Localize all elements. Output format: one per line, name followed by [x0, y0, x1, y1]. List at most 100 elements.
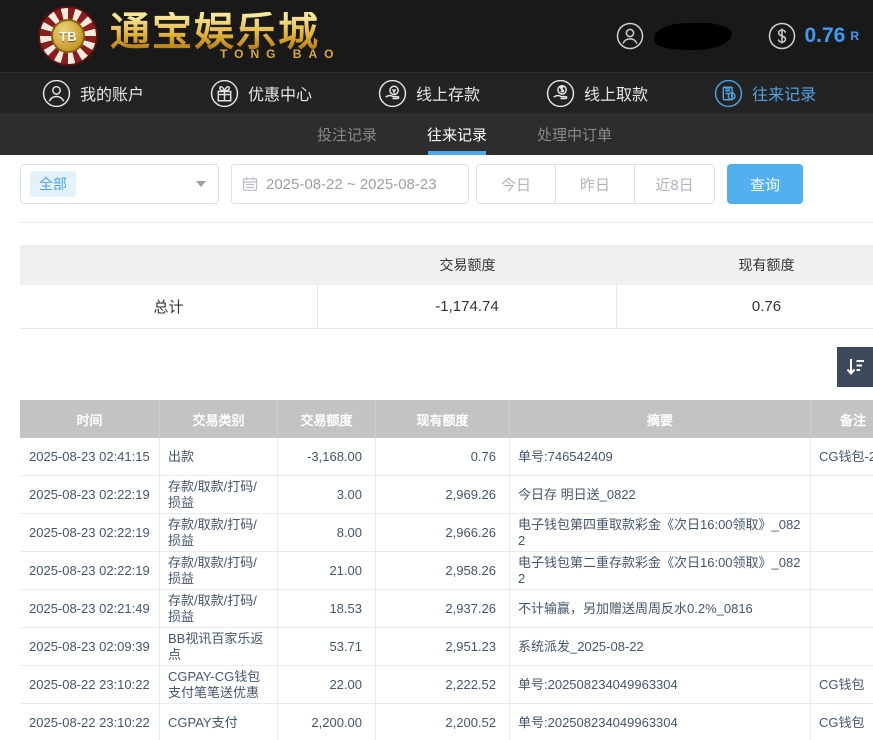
chip-tb-label: TB: [51, 19, 85, 53]
cell-type: 存款/取款/打码/损益: [160, 552, 278, 589]
cell-summary: 单号:746542409: [510, 438, 811, 475]
cell-time: 2025-08-23 02:09:39: [20, 628, 160, 665]
records-icon: [714, 79, 743, 108]
cell-balance: 2,200.52: [376, 704, 510, 740]
nav-item-withdraw[interactable]: 线上取款: [546, 79, 648, 108]
last8days-button[interactable]: 近8日: [635, 165, 714, 203]
cell-amount: -3,168.00: [278, 438, 376, 475]
cell-amount: 21.00: [278, 552, 376, 589]
col-type: 交易类别: [160, 400, 278, 438]
table-row: 2025-08-23 02:22:19 存款/取款/打码/损益 8.00 2,9…: [20, 514, 873, 552]
coin-icon: [768, 22, 796, 50]
search-button[interactable]: 查询: [727, 164, 803, 204]
tab-pending-orders[interactable]: 处理中订单: [537, 113, 612, 155]
table-row: 2025-08-22 23:10:22 CGPAY支付 2,200.00 2,2…: [20, 704, 873, 740]
cell-summary: 系统派发_2025-08-22: [510, 628, 811, 665]
nav-label: 线上存款: [416, 81, 480, 105]
cell-balance: 2,222.52: [376, 666, 510, 703]
sort-descending-icon: [844, 356, 866, 378]
redacted-username[interactable]: [654, 21, 733, 51]
cell-note: CG钱包-24: [811, 438, 873, 475]
nav-label: 优惠中心: [248, 81, 312, 105]
cell-summary: 单号:202508234049963304: [510, 666, 811, 703]
cell-summary: 今日存 明日送_0822: [510, 476, 811, 513]
cell-amount: 53.71: [278, 628, 376, 665]
balance-area[interactable]: 0.76 R: [768, 22, 859, 50]
subtab-label: 往来记录: [427, 124, 487, 145]
brand-name-en: TONG BAO: [110, 48, 340, 60]
cell-type: 存款/取款/打码/损益: [160, 514, 278, 551]
sort-descending-button[interactable]: [837, 347, 873, 387]
nav-item-transaction-records[interactable]: 往来记录: [714, 79, 816, 108]
table-row: 2025-08-23 02:22:19 存款/取款/打码/损益 3.00 2,9…: [20, 476, 873, 514]
cell-amount: 8.00: [278, 514, 376, 551]
summary-header: 交易额度 现有额度: [20, 245, 873, 285]
cell-amount: 18.53: [278, 590, 376, 627]
cell-note: [811, 590, 873, 627]
brand-name-cn: 通宝娱乐城: [110, 12, 340, 52]
account-area: 0.76 R: [616, 22, 859, 50]
cell-type: 出款: [160, 438, 278, 475]
tab-transaction-records[interactable]: 往来记录: [427, 113, 487, 155]
gift-icon: [210, 79, 239, 108]
page: TB 通宝娱乐城 TONG BAO 0.76 R: [0, 0, 873, 740]
cell-balance: 2,937.26: [376, 590, 510, 627]
cell-summary: 不计输赢，另加赠送周周反水0.2%_0816: [510, 590, 811, 627]
cell-balance: 0.76: [376, 438, 510, 475]
tab-betting-records[interactable]: 投注记录: [317, 113, 377, 155]
type-select[interactable]: 全部: [20, 164, 219, 204]
balance-amount: 0.76: [804, 24, 845, 48]
chevron-down-icon: [196, 181, 206, 187]
cell-time: 2025-08-22 23:10:22: [20, 666, 160, 703]
table-row: 2025-08-23 02:22:19 存款/取款/打码/损益 21.00 2,…: [20, 552, 873, 590]
cell-time: 2025-08-23 02:22:19: [20, 514, 160, 551]
cell-note: [811, 476, 873, 513]
cell-amount: 22.00: [278, 666, 376, 703]
subtab-label: 处理中订单: [537, 124, 612, 145]
summary-col-transaction: 交易额度: [318, 245, 617, 285]
nav-label: 往来记录: [752, 81, 816, 105]
type-select-value: 全部: [30, 171, 76, 197]
nav-item-promotions[interactable]: 优惠中心: [210, 79, 312, 108]
cell-note: CG钱包: [811, 704, 873, 740]
cell-summary: 单号:202508234049963304: [510, 704, 811, 740]
table-row: 2025-08-23 02:09:39 BB视讯百家乐返点 53.71 2,95…: [20, 628, 873, 666]
yesterday-button[interactable]: 昨日: [556, 165, 635, 203]
summary-total-label: 总计: [20, 285, 318, 328]
summary-total-row: 总计 -1,174.74 0.76: [20, 285, 873, 329]
cell-time: 2025-08-23 02:22:19: [20, 552, 160, 589]
date-range-input[interactable]: 2025-08-22 ~ 2025-08-23: [231, 164, 469, 204]
nav-item-my-account[interactable]: 我的账户: [42, 79, 144, 108]
cell-balance: 2,951.23: [376, 628, 510, 665]
col-amount: 交易额度: [278, 400, 376, 438]
nav-item-deposit[interactable]: 线上存款: [378, 79, 480, 108]
cell-type: 存款/取款/打码/损益: [160, 590, 278, 627]
calendar-icon: [242, 176, 258, 192]
brand-text: 通宝娱乐城 TONG BAO: [110, 12, 340, 60]
cell-balance: 2,966.26: [376, 514, 510, 551]
user-icon[interactable]: [616, 22, 644, 50]
cell-type: 存款/取款/打码/损益: [160, 476, 278, 513]
today-button[interactable]: 今日: [477, 165, 556, 203]
col-balance: 现有额度: [376, 400, 510, 438]
cell-balance: 2,958.26: [376, 552, 510, 589]
col-summary: 摘要: [510, 400, 811, 438]
summary-transaction-total: -1,174.74: [318, 285, 617, 328]
sub-tab-bar: 投注记录 往来记录 处理中订单: [0, 113, 873, 155]
balance-currency: R: [850, 29, 859, 43]
active-tab-underline: [428, 151, 486, 155]
cell-type: BB视讯百家乐返点: [160, 628, 278, 665]
cell-time: 2025-08-22 23:10:22: [20, 704, 160, 740]
cell-note: [811, 514, 873, 551]
cell-type: CGPAY支付: [160, 704, 278, 740]
date-range-value: 2025-08-22 ~ 2025-08-23: [266, 176, 437, 193]
cell-amount: 3.00: [278, 476, 376, 513]
cell-note: [811, 552, 873, 589]
summary-col-balance: 现有额度: [617, 245, 873, 285]
col-time: 时间: [20, 400, 160, 438]
quick-date-group: 今日 昨日 近8日: [476, 164, 715, 204]
table-header-row: 时间 交易类别 交易额度 现有额度 摘要 备注: [20, 400, 873, 438]
col-note: 备注: [811, 400, 873, 438]
brand-logo[interactable]: TB 通宝娱乐城 TONG BAO: [38, 6, 340, 66]
cell-balance: 2,969.26: [376, 476, 510, 513]
